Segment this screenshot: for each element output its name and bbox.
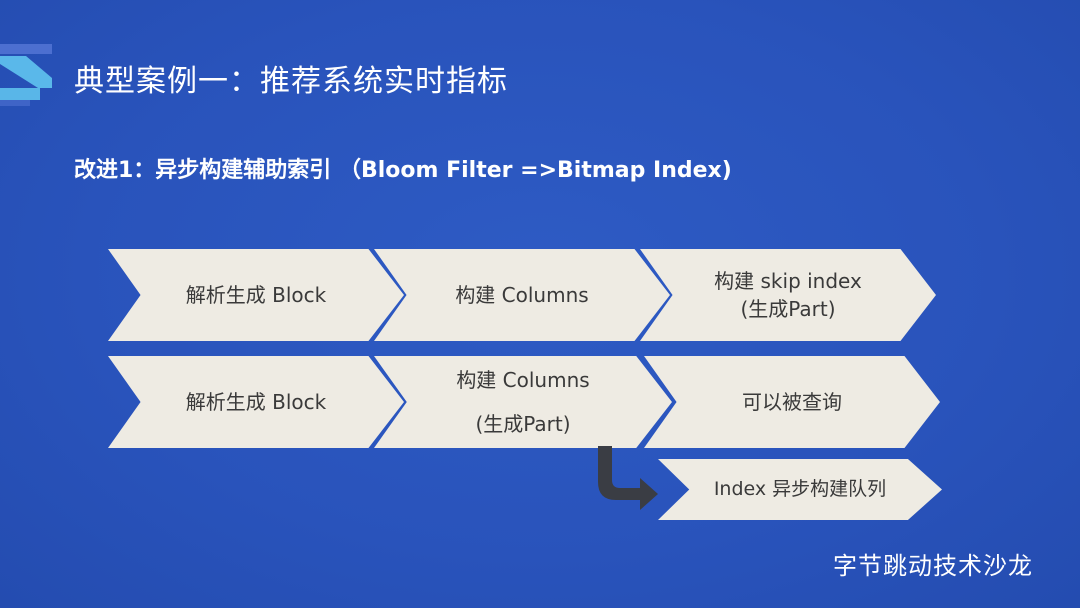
bend-down-right-arrow-icon	[598, 446, 658, 510]
row2-step3-label: 可以被查询	[742, 390, 842, 414]
row1-step-build-columns: 构建 Columns	[374, 249, 670, 341]
row2-step2-line2: (生成Part)	[475, 412, 571, 436]
row1-step3-line2: (生成Part)	[740, 297, 836, 321]
row2-step-build-columns: 构建 Columns (生成Part)	[374, 356, 672, 448]
queue-label: Index 异步构建队列	[713, 478, 887, 501]
brand-footer: 字节跳动技术沙龙	[833, 552, 1033, 580]
index-async-build-queue: Index 异步构建队列	[658, 459, 942, 520]
row2-step-queryable: 可以被查询	[644, 356, 940, 448]
row2-step1-label: 解析生成 Block	[185, 390, 327, 414]
slide: 典型案例一：推荐系统实时指标 改进1：异步构建辅助索引 （Bloom Filte…	[0, 0, 1080, 608]
slide-title: 典型案例一：推荐系统实时指标	[74, 64, 508, 99]
row1-step2-label: 构建 Columns	[455, 283, 589, 307]
row2-step-parse-block: 解析生成 Block	[108, 356, 404, 448]
row1-step1-label: 解析生成 Block	[185, 283, 327, 307]
row1-step3-line1: 构建 skip index	[714, 269, 862, 293]
row2-step2-line1: 构建 Columns	[456, 368, 590, 392]
slide-subtitle: 改进1：异步构建辅助索引 （Bloom Filter =>Bitmap Inde…	[74, 158, 732, 183]
row1-step-parse-block: 解析生成 Block	[108, 249, 404, 341]
bytedance-stripes-logo	[0, 44, 52, 106]
row1-step-build-skip-index: 构建 skip index (生成Part)	[640, 249, 936, 341]
